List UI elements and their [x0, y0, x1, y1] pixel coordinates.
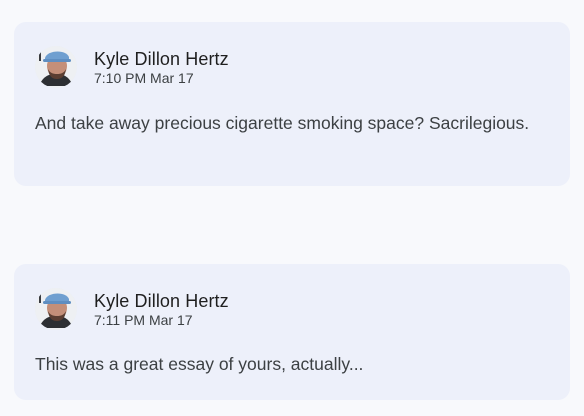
comment-body: This was a great essay of yours, actuall… — [35, 354, 364, 374]
user-photo-icon — [35, 288, 77, 330]
comment-timestamp[interactable]: 7:10 PM Mar 17 — [94, 70, 229, 86]
comment-body: And take away precious cigarette smoking… — [35, 113, 530, 133]
author-meta: Kyle Dillon Hertz 7:10 PM Mar 17 — [94, 49, 229, 86]
comment-timestamp[interactable]: 7:11 PM Mar 17 — [94, 312, 229, 328]
comment-card: Kyle Dillon Hertz 7:10 PM Mar 17 And tak… — [14, 22, 570, 186]
author-name[interactable]: Kyle Dillon Hertz — [94, 49, 229, 69]
avatar[interactable] — [35, 46, 77, 88]
author-name[interactable]: Kyle Dillon Hertz — [94, 291, 229, 311]
author-meta: Kyle Dillon Hertz 7:11 PM Mar 17 — [94, 291, 229, 328]
comment-header: Kyle Dillon Hertz 7:10 PM Mar 17 — [35, 46, 229, 88]
avatar[interactable] — [35, 288, 77, 330]
user-photo-icon — [35, 46, 77, 88]
comment-header: Kyle Dillon Hertz 7:11 PM Mar 17 — [35, 288, 229, 330]
comment-card: Kyle Dillon Hertz 7:11 PM Mar 17 This wa… — [14, 264, 570, 400]
